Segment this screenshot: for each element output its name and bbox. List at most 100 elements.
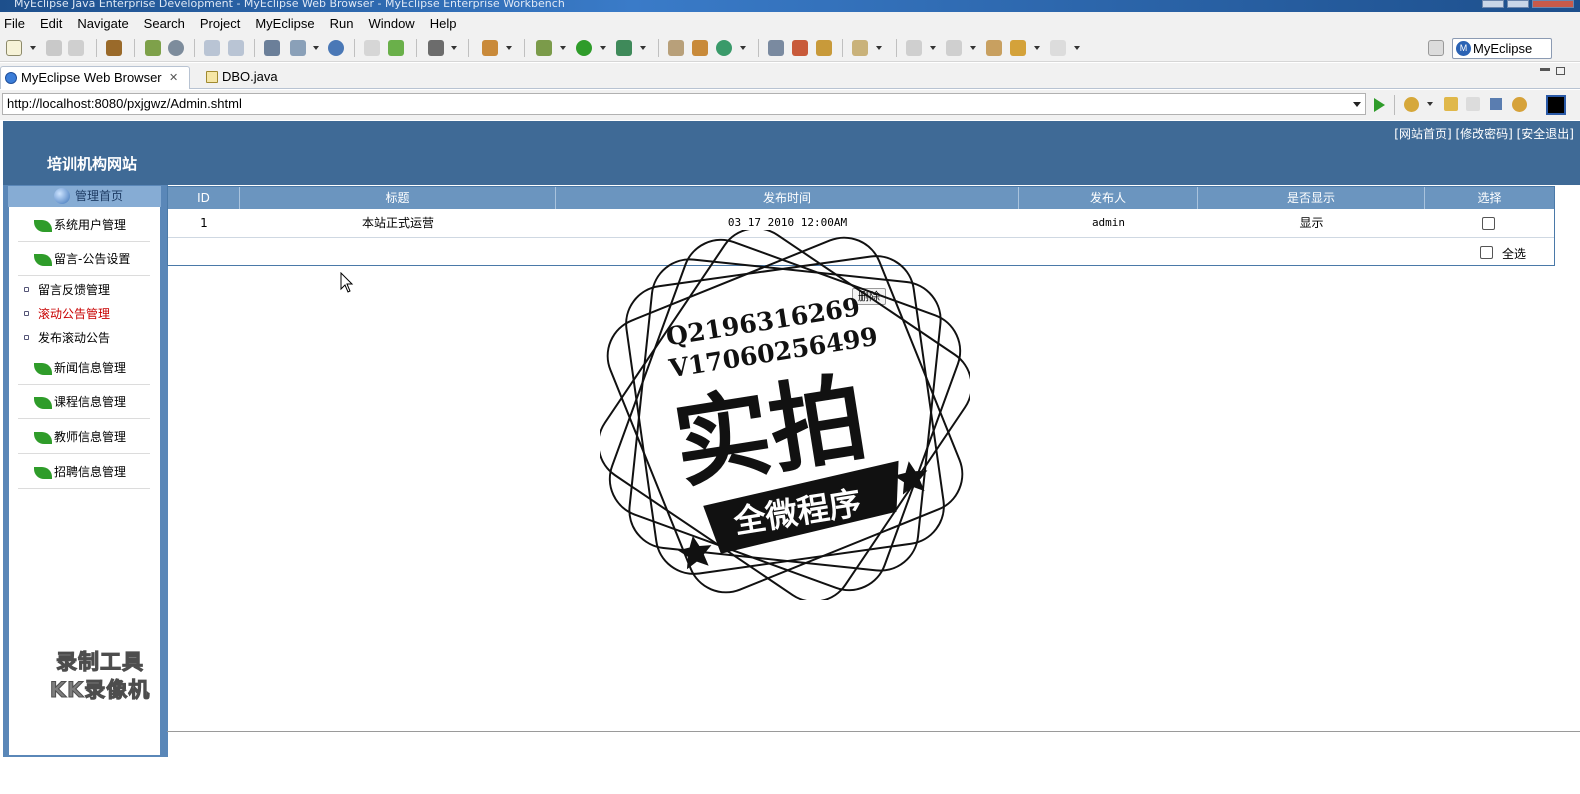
open-perspective-icon[interactable] (1428, 40, 1444, 56)
deploy-icon[interactable] (145, 40, 161, 56)
open-type-icon[interactable] (768, 40, 784, 56)
package-icon[interactable] (106, 40, 122, 56)
perspective-switcher[interactable]: M MyEclipse J... (1452, 38, 1552, 75)
menu-project[interactable]: Project (198, 16, 242, 31)
sidebar-item-courses[interactable]: 课程信息管理 (18, 386, 150, 419)
hibernate-icon[interactable] (204, 40, 220, 56)
menu-myeclipse[interactable]: MyEclipse (253, 16, 316, 31)
sidebar-subitem-publish-notice[interactable]: 发布滚动公告 (22, 328, 110, 348)
forward-icon[interactable] (1050, 40, 1066, 56)
sidebar-item-label: 教师信息管理 (54, 430, 127, 444)
select-all-label: 全选 (1502, 247, 1527, 261)
java-file-icon (206, 71, 218, 83)
menu-help[interactable]: Help (428, 16, 459, 31)
save-icon[interactable] (46, 40, 62, 56)
menu-run[interactable]: Run (328, 16, 356, 31)
new-icon[interactable] (6, 40, 22, 56)
report-dropdown-icon[interactable] (313, 46, 319, 50)
sidebar-subitem-scroll-notice[interactable]: 滚动公告管理 (22, 304, 110, 324)
open-folder-dropdown-icon[interactable] (876, 46, 882, 50)
debug-icon[interactable] (536, 40, 552, 56)
toolbar-separator (842, 39, 843, 57)
sidebar-item-label: 新闻信息管理 (54, 361, 127, 375)
sidebar-item-recruitment[interactable]: 招聘信息管理 (18, 456, 150, 489)
tab-web-browser[interactable]: MyEclipse Web Browser ✕ (0, 66, 190, 89)
go-icon[interactable] (1374, 98, 1385, 112)
task-icon[interactable] (668, 40, 684, 56)
sync-dropdown-icon[interactable] (740, 46, 746, 50)
favorites-dropdown-icon[interactable] (1427, 102, 1433, 106)
sidebar-subitem-feedback[interactable]: 留言反馈管理 (22, 280, 110, 300)
new-class-dropdown-icon[interactable] (506, 46, 512, 50)
minimize-button[interactable] (1482, 0, 1504, 8)
menu-file[interactable]: File (2, 16, 27, 31)
sidebar-item-system-users[interactable]: 系统用户管理 (18, 209, 150, 242)
cell-show: 显示 (1299, 216, 1324, 230)
maximize-button[interactable] (1507, 0, 1529, 8)
prev-annotation-icon[interactable] (946, 40, 962, 56)
menu-navigate[interactable]: Navigate (75, 16, 130, 31)
minimize-view-icon[interactable] (1540, 68, 1550, 71)
back-icon[interactable] (1444, 97, 1458, 111)
new-class-icon[interactable] (482, 40, 498, 56)
next-annotation-dropdown-icon[interactable] (930, 46, 936, 50)
row-select-checkbox[interactable] (1482, 217, 1495, 230)
select-all-checkbox[interactable] (1480, 246, 1493, 259)
refresh-icon[interactable] (1512, 97, 1527, 112)
external-tools-icon[interactable] (616, 40, 632, 56)
report-icon[interactable] (290, 40, 306, 56)
image-dropdown-icon[interactable] (451, 46, 457, 50)
tab-dbo-java[interactable]: DBO.java (202, 66, 302, 89)
window-title-bar: MyEclipse Java Enterprise Development - … (0, 0, 1580, 12)
url-history-dropdown-icon[interactable] (1353, 102, 1361, 107)
last-edit-icon[interactable] (986, 40, 1002, 56)
sidebar-item-label: 系统用户管理 (54, 218, 127, 232)
forward-dropdown-icon[interactable] (1074, 46, 1080, 50)
refresh-project-icon[interactable] (388, 40, 404, 56)
open-folder-icon[interactable] (852, 40, 868, 56)
maximize-view-icon[interactable] (1556, 67, 1565, 75)
leaf-icon (34, 363, 52, 375)
column-header-id: ID (168, 187, 240, 209)
sidebar-item-message-notice[interactable]: 留言-公告设置 (18, 243, 150, 276)
spring-icon[interactable] (228, 40, 244, 56)
web-service-icon[interactable] (264, 40, 280, 56)
browser-icon[interactable] (328, 40, 344, 56)
run-dropdown-icon[interactable] (600, 46, 606, 50)
tab-close-icon[interactable]: ✕ (169, 67, 178, 89)
image-icon[interactable] (428, 40, 444, 56)
debug-dropdown-icon[interactable] (560, 46, 566, 50)
url-input[interactable]: http://localhost:8080/pxjgwz/Admin.shtml (2, 93, 1366, 115)
sync-icon[interactable] (716, 40, 732, 56)
next-annotation-icon[interactable] (906, 40, 922, 56)
new-dropdown-icon[interactable] (30, 46, 36, 50)
menu-edit[interactable]: Edit (38, 16, 64, 31)
column-header-author: 发布人 (1019, 187, 1198, 209)
sidebar-home[interactable]: 管理首页 (8, 186, 161, 207)
package-explorer-icon[interactable] (692, 40, 708, 56)
run-icon[interactable] (576, 40, 592, 56)
column-header-select: 选择 (1477, 191, 1502, 205)
stop-icon[interactable] (1490, 98, 1502, 110)
pen-icon[interactable] (792, 40, 808, 56)
menu-search[interactable]: Search (142, 16, 187, 31)
back-dropdown-icon[interactable] (1034, 46, 1040, 50)
back-icon[interactable] (1010, 40, 1026, 56)
folder-icon[interactable] (816, 40, 832, 56)
sidebar-subitem-label: 发布滚动公告 (38, 331, 111, 345)
server-icon[interactable] (168, 40, 184, 56)
menu-window[interactable]: Window (366, 16, 416, 31)
open-icon[interactable] (364, 40, 380, 56)
header-links[interactable]: [网站首页] [修改密码] [安全退出] (1394, 125, 1574, 142)
toolbar-separator (896, 39, 897, 57)
print-icon[interactable] (68, 40, 84, 56)
recorder-watermark-line1: 录制工具 (56, 650, 144, 675)
favorites-icon[interactable] (1404, 97, 1419, 112)
prev-annotation-dropdown-icon[interactable] (970, 46, 976, 50)
sidebar-subitem-label: 留言反馈管理 (38, 283, 111, 297)
sidebar-item-news[interactable]: 新闻信息管理 (18, 352, 150, 385)
close-button[interactable] (1532, 0, 1574, 8)
external-tools-dropdown-icon[interactable] (640, 46, 646, 50)
sidebar-item-teachers[interactable]: 教师信息管理 (18, 421, 150, 454)
forward-icon[interactable] (1466, 97, 1480, 111)
